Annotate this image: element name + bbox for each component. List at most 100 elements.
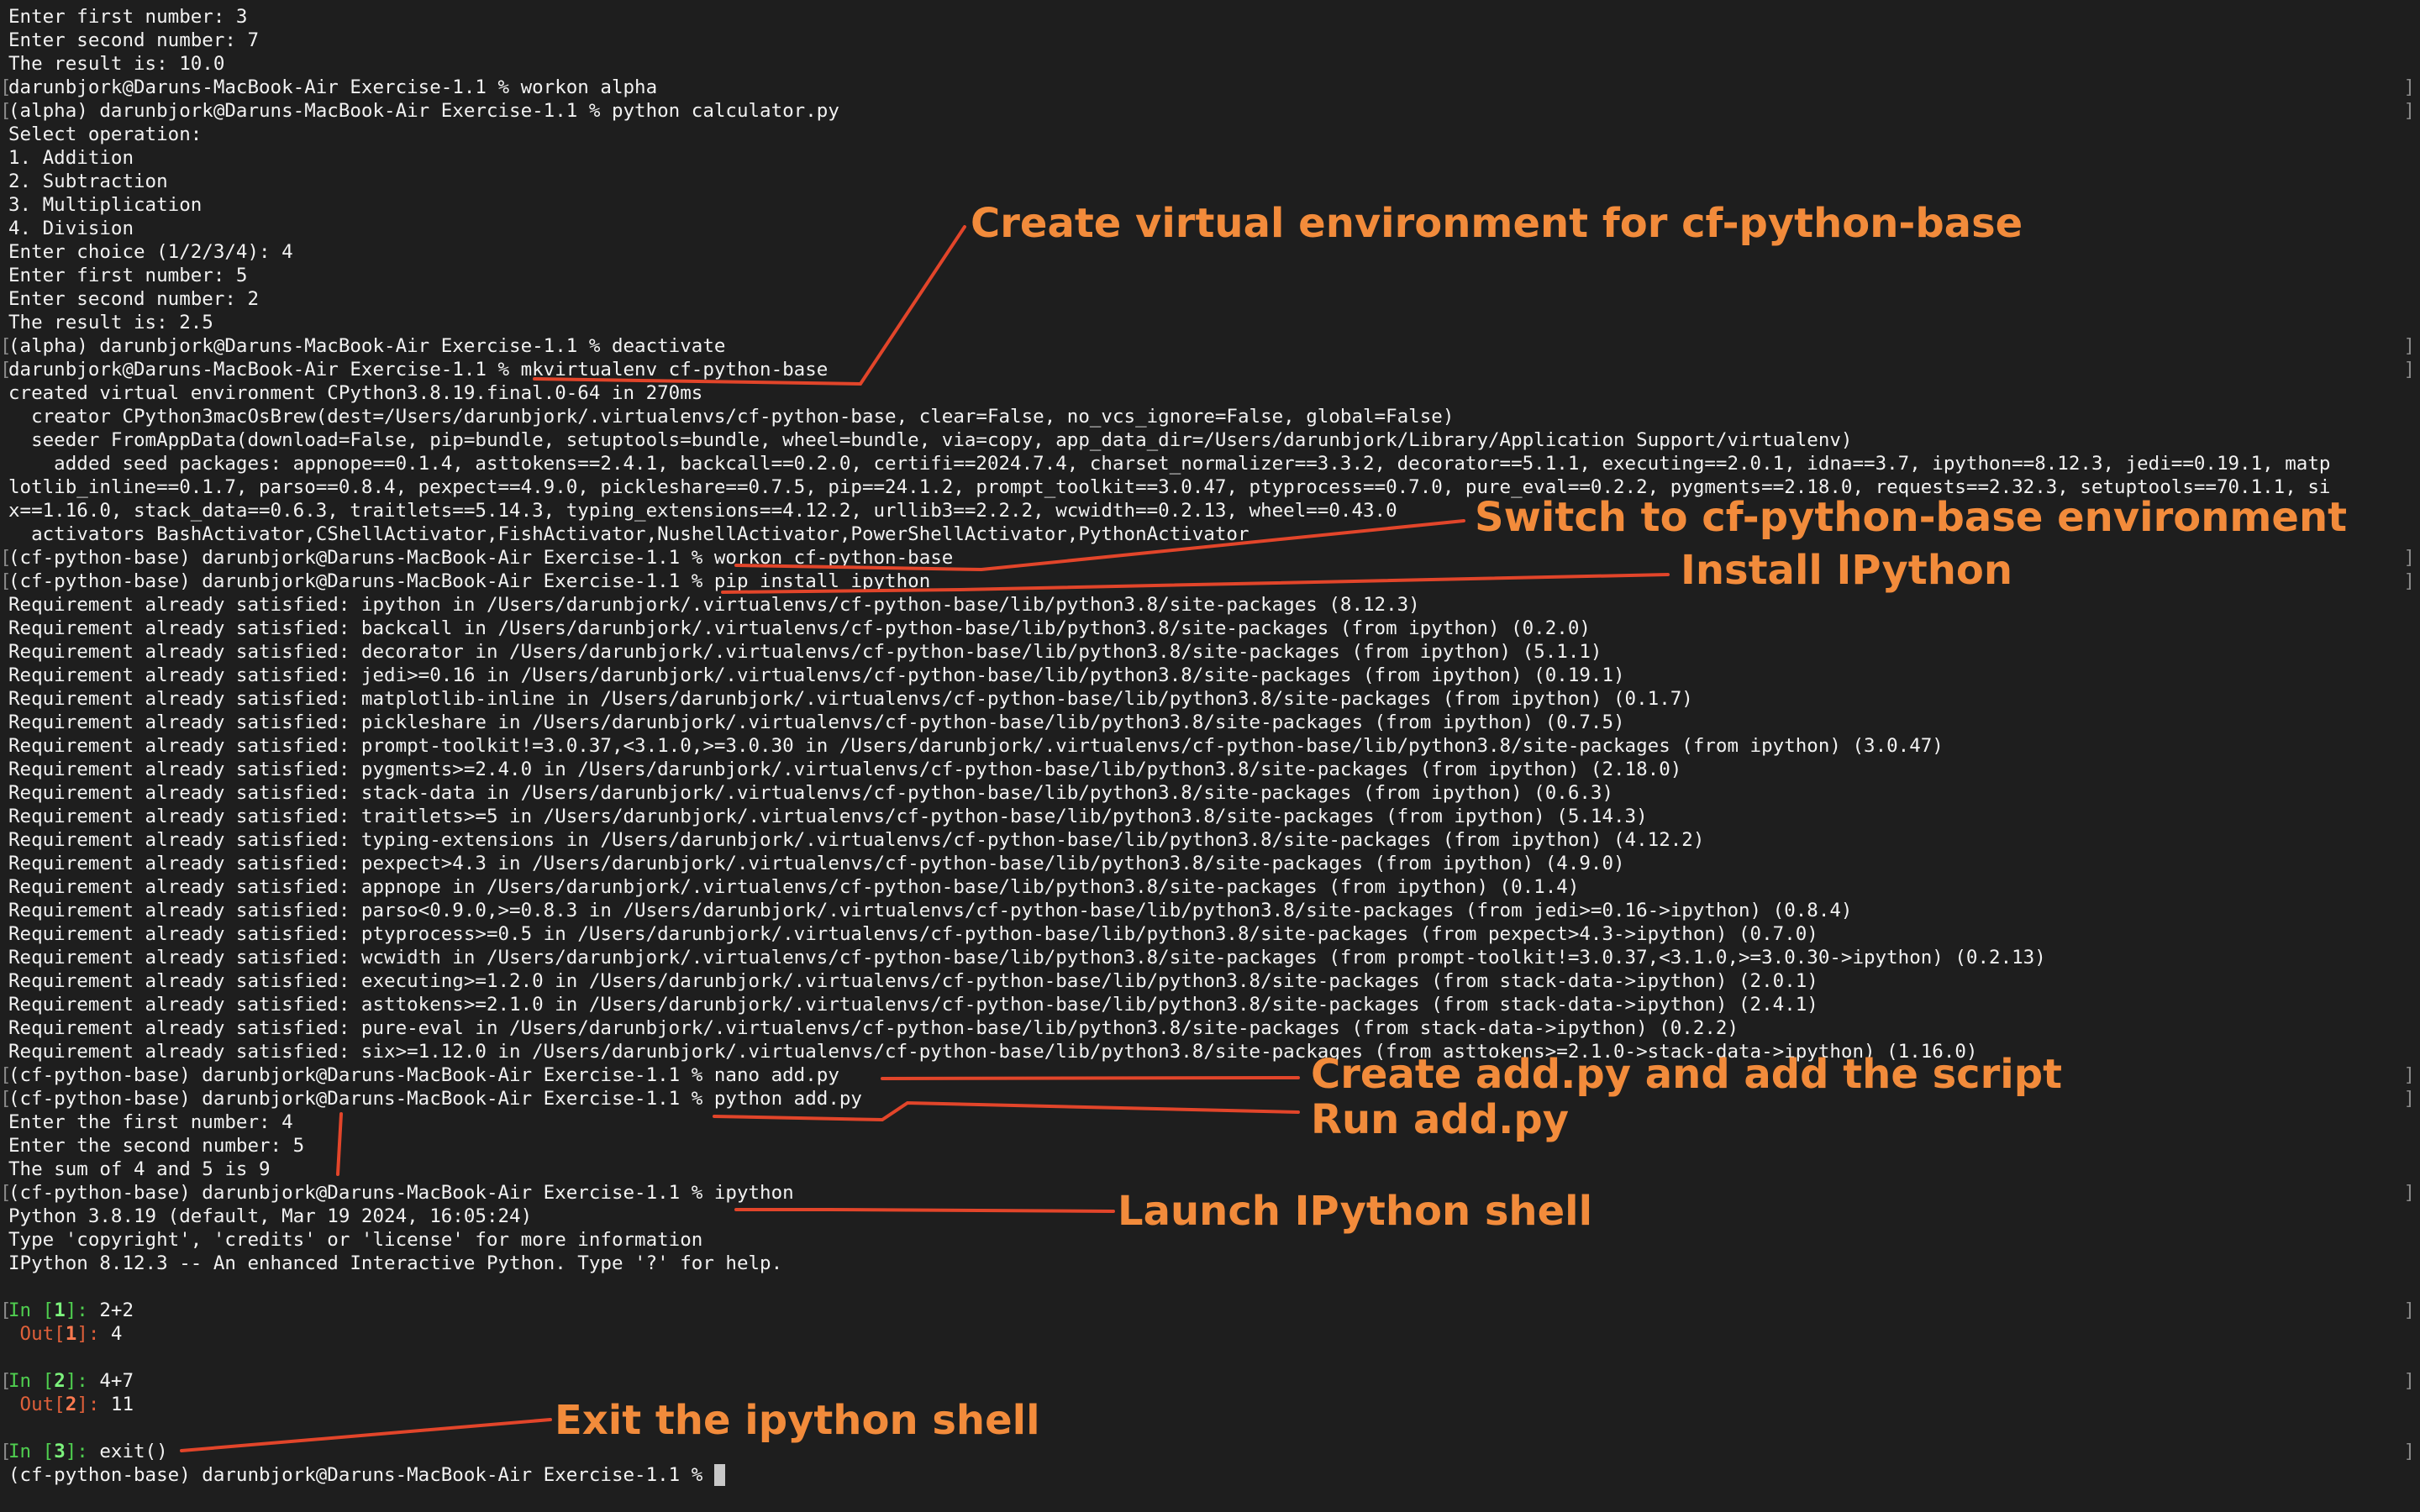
terminal-text: Requirement already satisfied: jedi>=0.1…: [8, 664, 1625, 686]
terminal-line: Requirement already satisfied: pexpect>4…: [8, 852, 2420, 875]
prompt-mark: ]: [2403, 1299, 2415, 1321]
annotation-exit-ipython: Exit the ipython shell: [555, 1397, 1040, 1444]
terminal-line: Requirement already satisfied: jedi>=0.1…: [8, 664, 2420, 687]
terminal-line: [] (cf-python-base) darunbjork@Daruns-Mac…: [0, 546, 2420, 570]
prompt-mark: ]: [2403, 76, 2415, 98]
terminal-text: (cf-python-base) darunbjork@Daruns-MacBo…: [8, 547, 954, 569]
terminal-text: Requirement already satisfied: matplotli…: [8, 688, 1693, 710]
terminal-text: (cf-python-base) darunbjork@Daruns-MacBo…: [8, 1064, 839, 1086]
terminal-text: Requirement already satisfied: asttokens…: [8, 994, 1818, 1016]
prompt-mark: ]: [2403, 1370, 2415, 1392]
annotation-switch-env: Switch to cf-python-base environment: [1475, 494, 2348, 541]
prompt-mark: [: [0, 76, 12, 98]
terminal-text: 2. Subtraction: [8, 171, 168, 192]
prompt-mark: [: [0, 1299, 12, 1321]
terminal-line: added seed packages: appnope==0.1.4, ast…: [8, 452, 2420, 475]
terminal-line: Requirement already satisfied: prompt-to…: [8, 734, 2420, 758]
terminal-text: 3. Multiplication: [8, 194, 203, 216]
annotation-install-ipython: Install IPython: [1681, 547, 2013, 594]
ipython-in-prompt: In [2]:: [8, 1370, 100, 1392]
terminal-line: created virtual environment CPython3.8.1…: [8, 381, 2420, 405]
terminal-line: Enter first number: 3: [8, 5, 2420, 29]
terminal-text: Requirement already satisfied: typing-ex…: [8, 829, 1705, 851]
terminal-line: Enter the first number: 4: [8, 1110, 2420, 1134]
terminal-line: Requirement already satisfied: pure-eval…: [8, 1016, 2420, 1040]
terminal-line: seeder FromAppData(download=False, pip=b…: [8, 428, 2420, 452]
terminal-text: Enter first number: 3: [8, 6, 248, 28]
terminal-text: Enter the second number: 5: [8, 1135, 305, 1157]
terminal-text: Requirement already satisfied: picklesha…: [8, 711, 1625, 733]
terminal-line: [] In [3]: exit(): [0, 1440, 2420, 1463]
terminal-text: Python 3.8.19 (default, Mar 19 2024, 16:…: [8, 1205, 533, 1227]
terminal-text: created virtual environment CPython3.8.1…: [8, 382, 703, 404]
terminal-line: Requirement already satisfied: executing…: [8, 969, 2420, 993]
terminal-text: Requirement already satisfied: decorator…: [8, 641, 1602, 663]
terminal-line: [] In [1]: 2+2: [0, 1299, 2420, 1322]
terminal-text: Requirement already satisfied: stack-dat…: [8, 782, 1614, 804]
terminal-text: added seed packages: appnope==0.1.4, ast…: [8, 453, 2331, 475]
terminal-line: The result is: 10.0: [8, 52, 2420, 76]
prompt-mark: ]: [2403, 570, 2415, 592]
terminal-text: The result is: 10.0: [8, 53, 225, 75]
terminal-text: (cf-python-base) darunbjork@Daruns-MacBo…: [8, 1088, 862, 1110]
terminal-line: Requirement already satisfied: parso<0.9…: [8, 899, 2420, 922]
prompt-mark: ]: [2403, 1064, 2415, 1086]
terminal-line: Requirement already satisfied: ipython i…: [8, 593, 2420, 617]
terminal-text: (alpha) darunbjork@Daruns-MacBook-Air Ex…: [8, 100, 839, 122]
terminal-text: Requirement already satisfied: wcwidth i…: [8, 947, 2046, 969]
terminal-text: Requirement already satisfied: backcall …: [8, 617, 1591, 639]
prompt-mark: [: [0, 570, 12, 592]
terminal-text: Enter first number: 5: [8, 265, 248, 286]
terminal-line: Select operation:: [8, 123, 2420, 146]
prompt-mark: ]: [2403, 359, 2415, 381]
terminal-text: Enter second number: 2: [8, 288, 260, 310]
terminal-text: Requirement already satisfied: executing…: [8, 970, 1818, 992]
terminal-text: (cf-python-base) darunbjork@Daruns-MacBo…: [8, 1464, 714, 1486]
ipython-out-prompt: Out[1]:: [19, 1323, 111, 1345]
terminal-line: Requirement already satisfied: pygments>…: [8, 758, 2420, 781]
terminal-text: darunbjork@Daruns-MacBook-Air Exercise-1…: [8, 76, 658, 98]
terminal-text: Select operation:: [8, 123, 203, 145]
annotation-run-add: Run add.py: [1311, 1096, 1570, 1143]
terminal-text: Requirement already satisfied: parso<0.9…: [8, 900, 1853, 921]
terminal-cursor[interactable]: [713, 1464, 725, 1486]
terminal-text: The sum of 4 and 5 is 9: [8, 1158, 271, 1180]
ipython-output: 11: [110, 1394, 134, 1415]
terminal-line: Requirement already satisfied: asttokens…: [8, 993, 2420, 1016]
terminal-text: Requirement already satisfied: appnope i…: [8, 876, 1580, 898]
terminal-line: IPython 8.12.3 -- An enhanced Interactiv…: [8, 1252, 2420, 1275]
ipython-input: 4+7: [99, 1370, 134, 1392]
prompt-mark: [: [0, 1370, 12, 1392]
prompt-mark: [: [0, 1064, 12, 1086]
terminal-line: 2. Subtraction: [8, 170, 2420, 193]
prompt-mark: [: [0, 1088, 12, 1110]
ipython-out-prompt: Out[2]:: [19, 1394, 111, 1415]
terminal-text: Enter choice (1/2/3/4): 4: [8, 241, 293, 263]
terminal-text: The result is: 2.5: [8, 312, 213, 333]
prompt-mark: [: [0, 359, 12, 381]
prompt-mark: ]: [2403, 100, 2415, 122]
terminal-text: Requirement already satisfied: pygments>…: [8, 759, 1682, 780]
terminal-line: [] darunbjork@Daruns-MacBook-Air Exercise…: [0, 76, 2420, 99]
prompt-mark: [: [0, 1441, 12, 1462]
terminal-text: 4. Division: [8, 218, 134, 239]
prompt-mark: [: [0, 1182, 12, 1204]
terminal-line: The sum of 4 and 5 is 9: [8, 1158, 2420, 1181]
prompt-mark: ]: [2403, 1182, 2415, 1204]
terminal-line: Requirement already satisfied: typing-ex…: [8, 828, 2420, 852]
terminal-line: [] (alpha) darunbjork@Daruns-MacBook-Air …: [0, 334, 2420, 358]
terminal-text: Enter second number: 7: [8, 29, 260, 51]
terminal-text: Requirement already satisfied: prompt-to…: [8, 735, 1944, 757]
terminal-text: darunbjork@Daruns-MacBook-Air Exercise-1…: [8, 359, 829, 381]
prompt-mark: ]: [2403, 1088, 2415, 1110]
prompt-mark: [: [0, 100, 12, 122]
prompt-mark: [: [0, 547, 12, 569]
ipython-input: exit(): [99, 1441, 168, 1462]
terminal-text: creator CPython3macOsBrew(dest=/Users/da…: [8, 406, 1455, 428]
terminal-text: (alpha) darunbjork@Daruns-MacBook-Air Ex…: [8, 335, 726, 357]
terminal-line: Requirement already satisfied: backcall …: [8, 617, 2420, 640]
terminal-text: Enter the first number: 4: [8, 1111, 293, 1133]
terminal-line: Requirement already satisfied: traitlets…: [8, 805, 2420, 828]
